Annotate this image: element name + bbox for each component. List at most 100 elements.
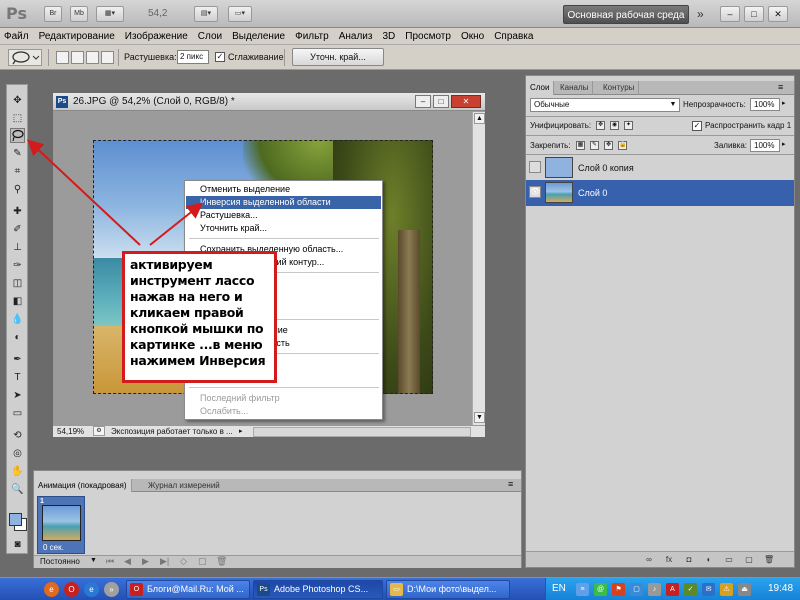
pen-tool-icon[interactable]: ✒ [10,352,25,367]
folder-icon[interactable]: ▭ [724,555,734,565]
tray-usb-icon[interactable]: ⏏ [738,583,751,596]
hand-tool-icon[interactable]: ✋ [10,464,25,479]
add-selection-icon[interactable] [71,51,84,64]
language-indicator[interactable]: EN [552,583,566,594]
horizontal-scrollbar[interactable] [253,427,471,437]
quick-launch-more-icon[interactable]: » [104,582,119,597]
lock-all-icon[interactable]: 🔒 [618,141,627,150]
doc-minimize-button[interactable]: – [415,95,431,108]
eyedropper-tool-icon[interactable]: ⚲ [10,182,25,197]
task-folder[interactable]: ▭ D:\Мои фото\выдел... [386,580,510,599]
menu-file[interactable]: Файл [4,31,29,42]
crop-tool-icon[interactable]: ⌗ [10,164,25,179]
view-extras-button[interactable]: ▦▾ [96,6,124,22]
delete-frame-icon[interactable]: 🗑 [216,556,227,567]
prev-frame-icon[interactable]: ◀ [124,556,131,567]
lock-pixels-icon[interactable]: ✎ [590,141,599,150]
chevron-down-icon[interactable]: ▼ [90,557,97,564]
antialias-checkbox[interactable]: ✓ [215,52,225,62]
vertical-scrollbar[interactable]: ▲ ▼ [472,112,485,425]
subtract-selection-icon[interactable] [86,51,99,64]
intersect-selection-icon[interactable] [101,51,114,64]
eye-icon[interactable]: 👁 [529,186,541,198]
fill-arrow-icon[interactable]: ▸ [782,140,786,148]
lasso-tool-icon[interactable] [10,128,25,143]
ctx-feather[interactable]: Растушевка... [186,209,381,222]
menu-select[interactable]: Выделение [232,31,285,42]
scroll-down-icon[interactable]: ▼ [474,412,485,423]
fill-input[interactable]: 100% [750,139,780,152]
new-layer-icon[interactable]: ▢ [744,555,754,565]
blur-tool-icon[interactable]: 💧 [10,312,25,327]
propagate-frame-checkbox[interactable]: ✓ [692,121,702,131]
status-info-icon[interactable]: ⚙ [93,426,105,436]
quick-selection-tool-icon[interactable]: ✎ [10,146,25,161]
document-title-bar[interactable]: Ps 26.JPG @ 54,2% (Слой 0, RGB/8) * – □ … [53,93,485,111]
zoom-level[interactable]: 54,2 [148,8,167,19]
tray-volume-icon[interactable]: ♪ [648,583,661,596]
foreground-color-swatch[interactable] [9,513,22,526]
zoom-status[interactable]: 54,19% [57,427,84,436]
dodge-tool-icon[interactable]: ◐ [10,330,25,345]
opacity-input[interactable]: 100% [750,98,780,111]
mask-icon[interactable]: ◘ [684,555,694,565]
maximize-button[interactable]: □ [744,6,764,22]
menu-filter[interactable]: Фильтр [295,31,329,42]
feather-input[interactable]: 2 пикс [177,50,209,64]
unify-visibility-icon[interactable]: ◉ [610,121,619,130]
quick-launch-browser-icon[interactable]: e [44,582,59,597]
menu-3d[interactable]: 3D [382,31,395,42]
quick-launch-ie-icon[interactable]: e [84,582,99,597]
minimize-button[interactable]: – [720,6,740,22]
menu-view[interactable]: Просмотр [405,31,451,42]
menu-edit[interactable]: Редактирование [39,31,115,42]
tray-antivirus-icon[interactable]: ⚑ [612,583,625,596]
lock-position-icon[interactable]: ✥ [604,141,613,150]
lock-transparency-icon[interactable]: ▦ [576,141,585,150]
type-tool-icon[interactable]: T [10,370,25,385]
history-brush-tool-icon[interactable]: ✑ [10,258,25,273]
ctx-deselect[interactable]: Отменить выделение [186,183,381,196]
doc-close-button[interactable]: ✕ [451,95,481,108]
close-button[interactable]: ✕ [768,6,788,22]
loop-select[interactable]: Постоянно [40,557,80,566]
panel-menu-icon[interactable]: ≡ [508,479,513,489]
menu-analysis[interactable]: Анализ [339,31,373,42]
blend-mode-select[interactable]: Обычные ▼ [530,98,680,112]
clone-stamp-tool-icon[interactable]: ⊥ [10,240,25,255]
menu-window[interactable]: Окно [461,31,484,42]
unify-style-icon[interactable]: ✦ [624,121,633,130]
eraser-tool-icon[interactable]: ◫ [10,276,25,291]
gradient-tool-icon[interactable]: ◧ [10,294,25,309]
link-icon[interactable]: ∞ [644,555,654,565]
tab-animation[interactable]: Анимация (покадровая) [34,479,132,492]
menu-layers[interactable]: Слои [198,31,222,42]
adjustment-icon[interactable]: ◐ [704,555,714,565]
brush-tool-icon[interactable]: ✐ [10,222,25,237]
doc-maximize-button[interactable]: □ [433,95,449,108]
workspace-more-icon[interactable]: » [697,7,704,21]
tray-network-icon[interactable]: ≡ [576,583,589,596]
tray-agent-icon[interactable]: @ [594,583,607,596]
zoom-tool-icon[interactable]: 🔍 [10,482,25,497]
path-selection-tool-icon[interactable]: ➤ [10,388,25,403]
3d-rotate-tool-icon[interactable]: ⟲ [10,428,25,443]
task-photoshop[interactable]: Ps Adobe Photoshop CS... [253,580,383,599]
quick-mask-icon[interactable]: ◙ [10,537,25,552]
tray-security-icon[interactable]: ⚠ [720,583,733,596]
shape-tool-icon[interactable]: ▭ [10,406,25,421]
quick-launch-opera-icon[interactable]: O [64,582,79,597]
duplicate-frame-icon[interactable]: ▢ [198,556,207,567]
task-mail-blogs[interactable]: O Блоги@Mail.Ru: Мой ... [126,580,250,599]
workspace-switcher[interactable]: Основная рабочая среда [563,5,689,24]
screen-mode-button[interactable]: ▭▾ [228,6,252,22]
play-icon[interactable]: ▶ [142,556,149,567]
animation-frame[interactable]: 1 0 сек. [37,496,85,554]
ctx-refine-edge[interactable]: Уточнить край... [186,222,381,235]
bridge-button[interactable]: Br [44,6,62,22]
move-tool-icon[interactable]: ✥ [10,93,25,108]
mini-bridge-button[interactable]: Mb [70,6,88,22]
tab-measurement-log[interactable]: Журнал измерений [144,479,224,492]
refine-edge-button[interactable]: Уточн. край... [292,48,384,66]
arrange-documents-button[interactable]: ▤▾ [194,6,218,22]
